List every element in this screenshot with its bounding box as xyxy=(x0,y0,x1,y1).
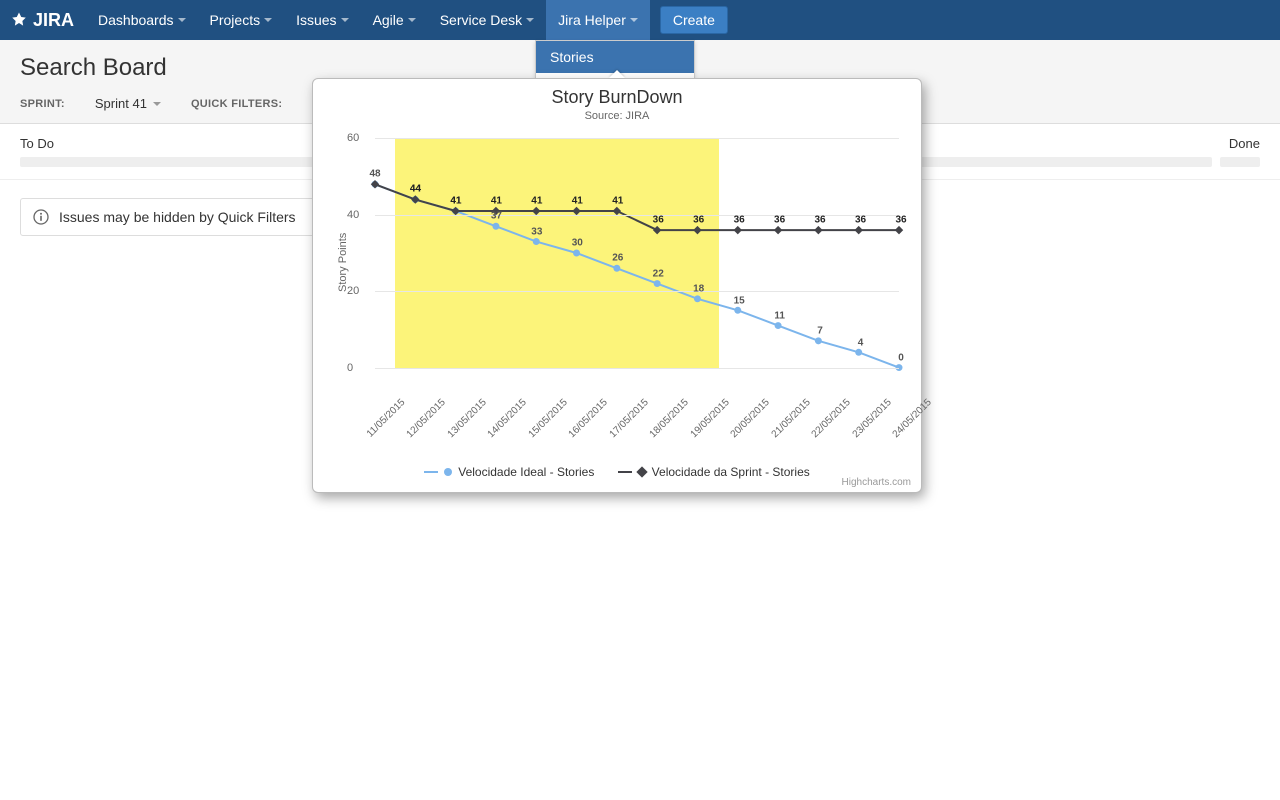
chart-title: Story BurnDown xyxy=(325,87,909,108)
chart-plot: Story Points 020406011/05/201512/05/2015… xyxy=(325,128,909,418)
gridline xyxy=(375,138,899,139)
column-header: Done xyxy=(1220,136,1260,151)
data-label: 36 xyxy=(774,215,785,226)
nav-projects[interactable]: Projects xyxy=(198,0,285,40)
y-tick: 40 xyxy=(347,209,359,221)
nav-label: Dashboards xyxy=(98,12,174,28)
sprint-selector[interactable]: Sprint 41 xyxy=(95,96,161,111)
legend-item-sprint[interactable]: Velocidade da Sprint - Stories xyxy=(618,465,810,479)
chevron-down-icon xyxy=(526,18,534,22)
quick-filter-banner: Issues may be hidden by Quick Filters xyxy=(20,198,330,236)
x-tick: 19/05/2015 xyxy=(688,397,731,440)
x-tick: 22/05/2015 xyxy=(810,397,853,440)
x-tick: 13/05/2015 xyxy=(446,397,489,440)
data-label: 41 xyxy=(450,195,461,206)
data-label: 15 xyxy=(734,295,745,306)
nav-service-desk[interactable]: Service Desk xyxy=(428,0,546,40)
data-label: 36 xyxy=(895,215,906,226)
data-label: 36 xyxy=(815,215,826,226)
data-label: 36 xyxy=(653,215,664,226)
nav-jira-helper[interactable]: Jira Helper xyxy=(546,0,650,40)
x-tick: 15/05/2015 xyxy=(526,397,569,440)
x-tick: 24/05/2015 xyxy=(891,397,934,440)
nav-label: Issues xyxy=(296,12,336,28)
x-tick: 14/05/2015 xyxy=(486,397,529,440)
data-label: 44 xyxy=(410,184,421,195)
data-label: 41 xyxy=(531,195,542,206)
chart-legend: Velocidade Ideal - Stories Velocidade da… xyxy=(325,462,909,479)
popup-arrow xyxy=(609,70,625,78)
swimlane-placeholder xyxy=(1220,157,1260,167)
helper-menu-stories[interactable]: Stories xyxy=(536,41,694,73)
x-tick: 21/05/2015 xyxy=(769,397,812,440)
chevron-down-icon xyxy=(408,18,416,22)
nav-dashboards[interactable]: Dashboards xyxy=(86,0,198,40)
chevron-down-icon xyxy=(630,18,638,22)
top-nav: JIRA Dashboards Projects Issues Agile Servic… xyxy=(0,0,1280,40)
y-tick: 0 xyxy=(347,362,353,374)
data-label: 41 xyxy=(572,195,583,206)
data-label: 48 xyxy=(369,169,380,180)
data-label: 11 xyxy=(774,310,785,321)
jira-logo-icon xyxy=(10,11,28,29)
x-tick: 11/05/2015 xyxy=(365,397,408,440)
data-label: 36 xyxy=(693,215,704,226)
nav-label: Projects xyxy=(210,12,261,28)
column-done: Done xyxy=(1220,136,1260,167)
data-label: 36 xyxy=(734,215,745,226)
x-tick: 16/05/2015 xyxy=(567,397,610,440)
legend-label: Velocidade Ideal - Stories xyxy=(458,465,594,479)
data-label: 26 xyxy=(612,253,623,264)
gridline xyxy=(375,291,899,292)
sprint-label: SPRINT: xyxy=(20,98,65,110)
data-label: 41 xyxy=(491,195,502,206)
y-tick: 20 xyxy=(347,285,359,297)
chevron-down-icon xyxy=(264,18,272,22)
quick-filters-label: QUICK FILTERS: xyxy=(191,98,282,110)
y-tick: 60 xyxy=(347,132,359,144)
x-tick: 20/05/2015 xyxy=(729,397,772,440)
legend-line-icon xyxy=(424,471,438,473)
legend-diamond-icon xyxy=(636,466,647,477)
chart-credits[interactable]: Highcharts.com xyxy=(842,477,911,488)
sprint-value: Sprint 41 xyxy=(95,96,147,111)
logo-text: JIRA xyxy=(33,10,74,31)
chart-subtitle: Source: JIRA xyxy=(325,110,909,122)
data-label: 41 xyxy=(612,195,623,206)
data-label: 30 xyxy=(572,238,583,249)
legend-label: Velocidade da Sprint - Stories xyxy=(652,465,810,479)
create-button[interactable]: Create xyxy=(660,6,728,34)
chevron-down-icon xyxy=(153,102,161,106)
legend-line-icon xyxy=(618,471,632,473)
nav-agile[interactable]: Agile xyxy=(361,0,428,40)
x-tick: 23/05/2015 xyxy=(850,397,893,440)
x-tick: 17/05/2015 xyxy=(607,397,650,440)
data-label: 37 xyxy=(491,211,502,222)
jira-logo[interactable]: JIRA xyxy=(10,10,74,31)
legend-item-ideal[interactable]: Velocidade Ideal - Stories xyxy=(424,465,594,479)
data-label: 0 xyxy=(898,353,904,364)
chart-ylabel: Story Points xyxy=(337,233,349,292)
x-tick: 18/05/2015 xyxy=(648,397,691,440)
data-label: 33 xyxy=(531,226,542,237)
chevron-down-icon xyxy=(178,18,186,22)
data-label: 7 xyxy=(817,326,823,337)
data-label: 4 xyxy=(858,337,864,348)
chevron-down-icon xyxy=(341,18,349,22)
x-tick: 12/05/2015 xyxy=(405,397,448,440)
data-label: 18 xyxy=(693,284,704,295)
gridline xyxy=(375,368,899,369)
burndown-popup: Story BurnDown Source: JIRA Story Points… xyxy=(312,78,922,493)
info-icon xyxy=(33,209,49,225)
nav-label: Service Desk xyxy=(440,12,522,28)
data-label: 36 xyxy=(855,215,866,226)
nav-label: Agile xyxy=(373,12,404,28)
banner-text: Issues may be hidden by Quick Filters xyxy=(59,209,296,225)
data-label: 22 xyxy=(653,268,664,279)
nav-label: Jira Helper xyxy=(558,12,626,28)
legend-dot-icon xyxy=(444,468,452,476)
nav-issues[interactable]: Issues xyxy=(284,0,360,40)
